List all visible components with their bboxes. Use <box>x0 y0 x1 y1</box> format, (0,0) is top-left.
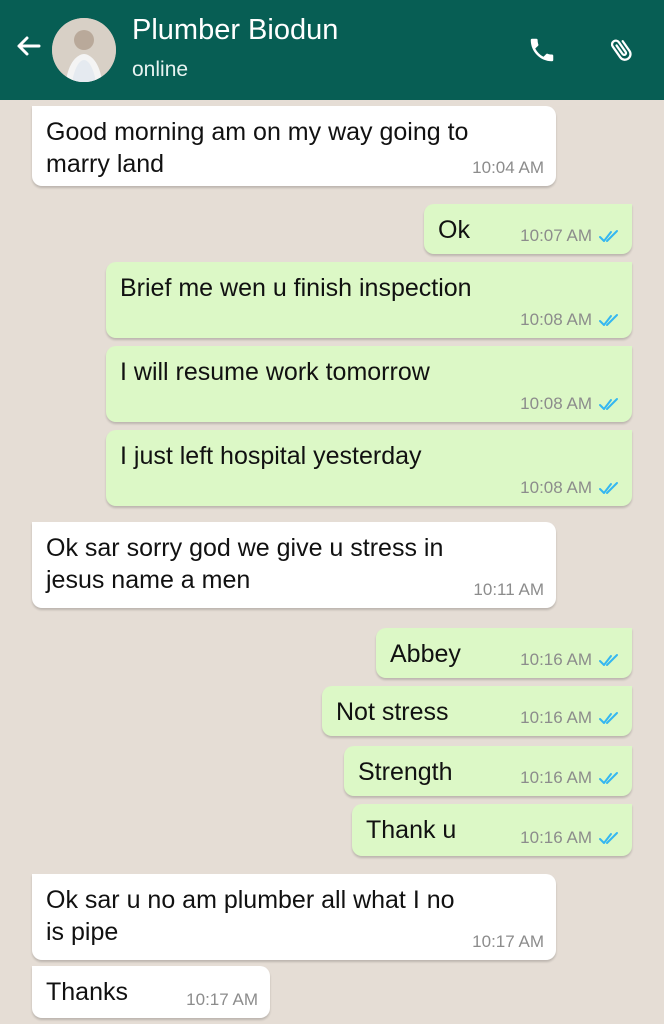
message-meta: 10:07 AM <box>520 226 620 246</box>
message-time: 10:16 AM <box>520 828 592 847</box>
message-meta: 10:11 AM <box>473 580 544 600</box>
incoming-message[interactable]: Good morning am on my way going to marry… <box>32 106 556 186</box>
message-text-line: jesus name a men <box>46 566 251 594</box>
chat-header: Plumber Biodun online <box>0 0 664 100</box>
message-text-line: marry land <box>46 150 165 178</box>
message-meta: 10:16 AM <box>520 828 620 848</box>
double-check-icon <box>598 229 620 243</box>
message-meta: 10:17 AM <box>472 932 544 952</box>
arrow-left-icon <box>13 31 43 66</box>
message-time: 10:04 AM <box>472 158 544 177</box>
message-time: 10:16 AM <box>520 650 592 669</box>
incoming-message[interactable]: Ok sar sorry god we give u stress in jes… <box>32 522 556 608</box>
message-text-line: is pipe <box>46 918 119 946</box>
message-meta: 10:16 AM <box>520 650 620 670</box>
message-time: 10:17 AM <box>472 932 544 951</box>
incoming-message[interactable]: Thanks 10:17 AM <box>32 966 270 1018</box>
message-time: 10:08 AM <box>520 394 592 413</box>
incoming-message[interactable]: Ok sar u no am plumber all what I no is … <box>32 874 556 960</box>
message-text-line: Ok sar u no am plumber all what I no <box>46 886 455 914</box>
call-button[interactable] <box>520 30 564 74</box>
message-text-line: Ok sar sorry god we give u stress in <box>46 534 444 562</box>
outgoing-message[interactable]: Not stress 10:16 AM <box>322 686 632 736</box>
outgoing-message[interactable]: Abbey 10:16 AM <box>376 628 632 678</box>
message-meta: 10:04 AM <box>472 158 544 178</box>
avatar[interactable] <box>52 18 116 82</box>
double-check-icon <box>598 313 620 327</box>
outgoing-message[interactable]: Brief me wen u finish inspection 10:08 A… <box>106 262 632 338</box>
outgoing-message[interactable]: Ok 10:07 AM <box>424 204 632 254</box>
message-meta: 10:08 AM <box>520 478 620 498</box>
message-meta: 10:08 AM <box>520 394 620 414</box>
double-check-icon <box>598 771 620 785</box>
message-text-line: I just left hospital yesterday <box>120 442 422 470</box>
outgoing-message[interactable]: I will resume work tomorrow 10:08 AM <box>106 346 632 422</box>
message-time: 10:16 AM <box>520 708 592 727</box>
message-text-line: I will resume work tomorrow <box>120 358 430 386</box>
contact-name[interactable]: Plumber Biodun <box>132 14 338 47</box>
chat-area[interactable]: Good morning am on my way going to marry… <box>0 100 664 1024</box>
double-check-icon <box>598 397 620 411</box>
message-text-line: Good morning am on my way going to <box>46 118 469 146</box>
phone-icon <box>527 35 557 70</box>
attach-button[interactable] <box>600 30 644 74</box>
outgoing-message[interactable]: Thank u 10:16 AM <box>352 804 632 856</box>
message-meta: 10:08 AM <box>520 310 620 330</box>
message-time: 10:11 AM <box>473 580 544 599</box>
outgoing-message[interactable]: Strength 10:16 AM <box>344 746 632 796</box>
message-time: 10:17 AM <box>186 990 258 1009</box>
message-time: 10:08 AM <box>520 478 592 497</box>
outgoing-message[interactable]: I just left hospital yesterday 10:08 AM <box>106 430 632 506</box>
message-meta: 10:16 AM <box>520 708 620 728</box>
back-button[interactable] <box>10 30 46 66</box>
message-time: 10:07 AM <box>520 226 592 245</box>
double-check-icon <box>598 481 620 495</box>
message-time: 10:16 AM <box>520 768 592 787</box>
message-meta: 10:17 AM <box>186 990 258 1010</box>
paperclip-icon <box>607 35 637 70</box>
message-text-line: Brief me wen u finish inspection <box>120 274 472 302</box>
message-meta: 10:16 AM <box>520 768 620 788</box>
contact-status: online <box>132 58 189 81</box>
double-check-icon <box>598 711 620 725</box>
double-check-icon <box>598 831 620 845</box>
double-check-icon <box>598 653 620 667</box>
message-time: 10:08 AM <box>520 310 592 329</box>
